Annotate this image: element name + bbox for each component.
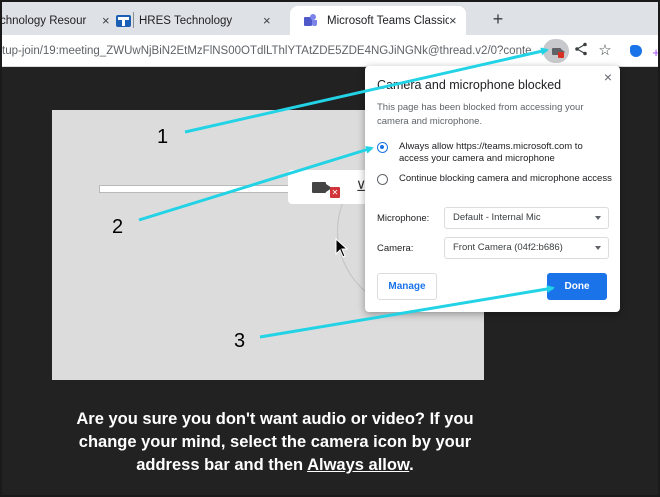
address-bar-url[interactable]: tup-join/19:meeting_ZWUwNjBiN2EtMzFlNS00… xyxy=(2,42,532,60)
warning-text: . xyxy=(409,456,414,474)
radio-always-allow[interactable]: Always allow https://teams.microsoft.com… xyxy=(377,141,612,164)
name-bar xyxy=(99,185,289,193)
warning-text: address bar and then xyxy=(136,456,308,474)
camera-blocked-icon[interactable] xyxy=(543,39,569,63)
tab-hres-technology[interactable]: HRES Technology × xyxy=(116,6,294,35)
close-icon[interactable]: × xyxy=(449,13,457,28)
hres-icon xyxy=(116,14,131,27)
camera-permission-popup: × Camera and microphone blocked This pag… xyxy=(365,66,620,312)
chevron-down-icon xyxy=(595,216,601,220)
microphone-label: Microphone: xyxy=(377,213,430,224)
microphone-value: Default - Internal Mic xyxy=(453,212,541,223)
done-button[interactable]: Done xyxy=(547,273,607,300)
mouse-cursor-icon xyxy=(335,238,349,258)
camera-label: Camera: xyxy=(377,243,414,254)
tab-title: chnology Resour xyxy=(0,14,87,27)
extension-icon[interactable] xyxy=(630,45,642,57)
always-allow-link[interactable]: Always allow xyxy=(307,456,409,474)
popup-description: This page has been blocked from accessin… xyxy=(377,102,584,127)
new-tab-button[interactable]: + xyxy=(488,9,508,29)
close-icon[interactable]: × xyxy=(102,13,110,28)
share-icon[interactable] xyxy=(572,42,590,60)
chevron-down-icon xyxy=(595,246,601,250)
warning-line: address bar and then Always allow. xyxy=(12,454,538,477)
close-icon[interactable]: × xyxy=(263,13,271,28)
step-number-1: 1 xyxy=(157,126,169,148)
warning-line: change your mind, select the camera icon… xyxy=(78,433,472,451)
close-icon[interactable]: × xyxy=(604,69,612,85)
address-bar-row: tup-join/19:meeting_ZWUwNjBiN2EtMzFlNS00… xyxy=(2,35,658,67)
step-number-2: 2 xyxy=(112,216,124,238)
camera-select[interactable]: Front Camera (04f2:b686) xyxy=(444,237,609,259)
microphone-select[interactable]: Default - Internal Mic xyxy=(444,207,609,229)
teams-icon xyxy=(304,14,317,27)
popup-title: Camera and microphone blocked xyxy=(377,78,562,92)
star-icon[interactable]: ☆ xyxy=(596,42,614,60)
radio-button-selected[interactable] xyxy=(377,142,388,153)
extension-icon[interactable]: + xyxy=(652,44,658,62)
radio-continue-blocking[interactable]: Continue blocking camera and microphone … xyxy=(377,173,612,185)
browser-window: chnology Resour × HRES Technology × Micr… xyxy=(0,0,660,497)
warning-line: Are you sure you don't want audio or vid… xyxy=(76,410,474,428)
tab-technology-resources[interactable]: chnology Resour × xyxy=(0,6,128,35)
tab-strip: chnology Resour × HRES Technology × Micr… xyxy=(2,2,658,35)
tab-title: HRES Technology xyxy=(139,14,233,27)
tab-title: Microsoft Teams Classic xyxy=(327,14,449,27)
camera-off-icon[interactable]: ✕ xyxy=(312,180,340,198)
radio-button[interactable] xyxy=(377,174,388,185)
tab-microsoft-teams[interactable]: Microsoft Teams Classic × xyxy=(290,6,466,35)
radio-label: Continue blocking camera and microphone … xyxy=(399,173,612,184)
camera-value: Front Camera (04f2:b686) xyxy=(453,242,563,253)
warning-message: Are you sure you don't want audio or vid… xyxy=(12,408,538,477)
radio-label: Always allow https://teams.microsoft.com… xyxy=(399,141,583,164)
manage-button[interactable]: Manage xyxy=(377,273,437,300)
step-number-3: 3 xyxy=(234,330,246,352)
